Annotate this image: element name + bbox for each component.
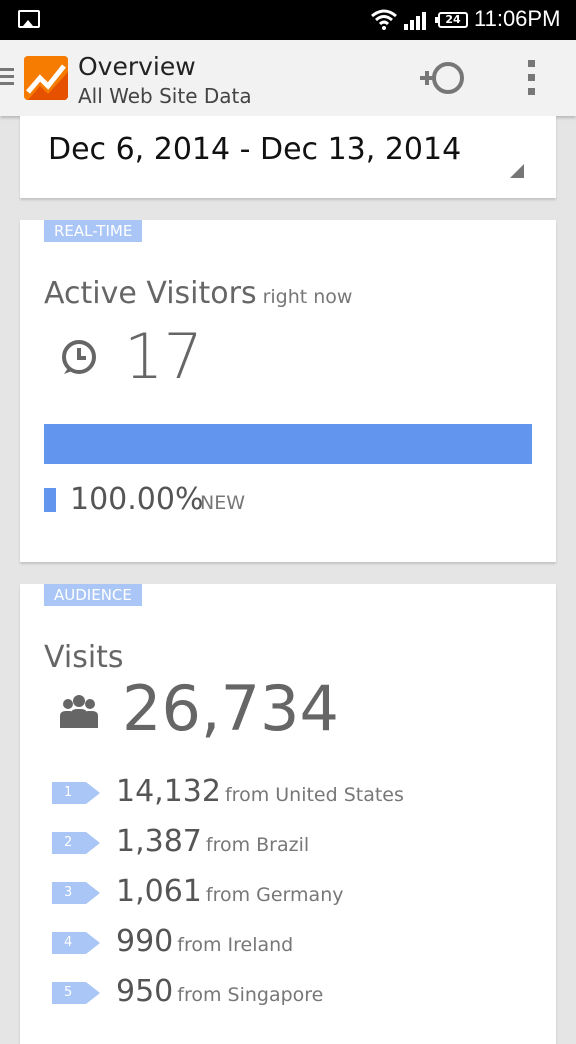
signal-icon [404, 12, 426, 30]
rank-badge: 5 [52, 982, 100, 1004]
country-visits-value: 950 [116, 974, 174, 1009]
country-visits-value: 1,387 [116, 824, 202, 859]
country-visits: 1,061 from Germany [116, 874, 343, 909]
country-name: from Singapore [177, 984, 324, 1006]
country-row[interactable]: 1 14,132 from United States [52, 774, 532, 814]
rank-badge: 3 [52, 882, 100, 904]
realtime-card[interactable]: REAL-TIME Active Visitors right now 17 10… [20, 220, 556, 562]
visitor-type-bar [44, 424, 532, 464]
visits-count: 26,734 [122, 672, 339, 745]
gallery-notification-icon [18, 10, 40, 28]
country-visits: 14,132 from United States [116, 774, 404, 809]
country-row[interactable]: 4 990 from Ireland [52, 924, 532, 964]
clock-time: 11:06PM [474, 6, 561, 31]
country-name: from Brazil [205, 834, 310, 856]
new-visitor-percent: 100.00% [70, 482, 204, 517]
country-visits: 950 from Singapore [116, 974, 323, 1009]
wifi-icon [371, 9, 397, 30]
active-visitors-title: Active Visitors [44, 276, 257, 311]
country-visits-value: 990 [116, 924, 174, 959]
country-row[interactable]: 5 950 from Singapore [52, 974, 532, 1014]
page-subtitle: All Web Site Data [78, 84, 252, 108]
country-name: from United States [224, 784, 404, 806]
country-name: from Ireland [177, 934, 294, 956]
date-range-label: Dec 6, 2014 - Dec 13, 2014 [48, 132, 462, 167]
battery-icon: 24 [435, 12, 468, 28]
analytics-logo-icon[interactable] [24, 56, 68, 100]
dropdown-arrow-icon [510, 164, 524, 178]
people-icon [60, 695, 98, 728]
active-visitors-heading: Active Visitors right now [44, 276, 352, 311]
clock-icon [62, 340, 96, 374]
visits-heading: Visits [44, 640, 124, 675]
new-visitor-bar-fill [44, 424, 532, 464]
country-visits: 1,387 from Brazil [116, 824, 309, 859]
country-row[interactable]: 2 1,387 from Brazil [52, 824, 532, 864]
rank-badge: 1 [52, 782, 100, 804]
action-bar: Overview All Web Site Data [0, 40, 576, 116]
country-visits-value: 14,132 [116, 774, 221, 809]
drawer-menu-icon[interactable] [0, 68, 16, 86]
add-segment-icon[interactable] [416, 58, 468, 98]
status-bar: 24 11:06PM [0, 0, 576, 40]
date-range-selector[interactable]: Dec 6, 2014 - Dec 13, 2014 [20, 116, 556, 198]
realtime-tag: REAL-TIME [44, 220, 143, 242]
country-name: from Germany [205, 884, 344, 906]
overflow-menu-icon[interactable] [526, 60, 536, 96]
new-legend-swatch [44, 488, 56, 512]
rank-badge: 4 [52, 932, 100, 954]
country-visits-value: 1,061 [116, 874, 202, 909]
audience-card[interactable]: AUDIENCE Visits 26,734 1 14,132 from Unit… [20, 584, 556, 1044]
active-visitors-suffix: right now [262, 286, 353, 308]
page-title: Overview [78, 52, 196, 81]
active-visitors-count: 17 [124, 320, 203, 393]
audience-tag: AUDIENCE [44, 584, 142, 606]
rank-badge: 2 [52, 832, 100, 854]
country-row[interactable]: 3 1,061 from Germany [52, 874, 532, 914]
country-visits: 990 from Ireland [116, 924, 293, 959]
new-visitor-label: NEW [200, 492, 246, 514]
